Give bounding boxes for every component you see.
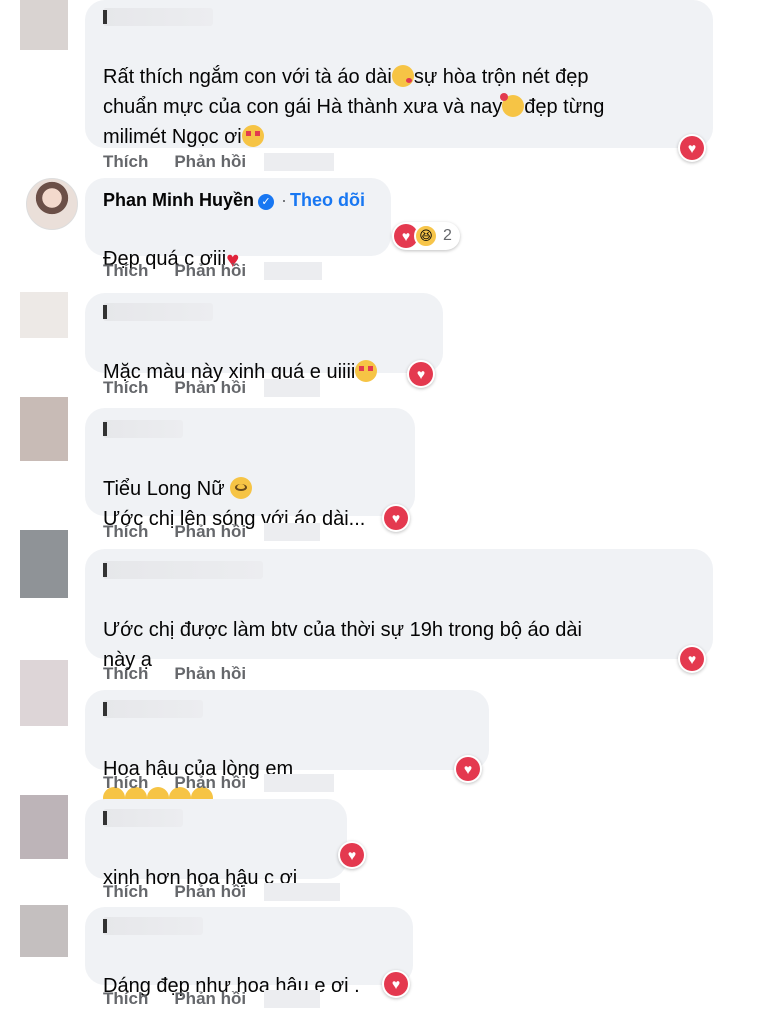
timestamp-redacted[interactable] (264, 379, 321, 397)
reply-button[interactable]: Phản hồi (174, 664, 246, 684)
reaction-summary[interactable]: ♥ (454, 755, 482, 783)
commenter-avatar[interactable] (20, 795, 68, 859)
haha-reaction-icon: 😆 (414, 224, 438, 248)
comment-actions: Thích Phản hồi (103, 664, 246, 684)
timestamp-redacted[interactable] (264, 774, 335, 792)
comment-actions: Thích Phản hồi (103, 152, 335, 172)
comment-bubble: Ước chị được làm btv của thời sự 19h tro… (85, 549, 713, 671)
comment-bubble: Hoa hậu của lòng em (85, 690, 489, 809)
comment-actions: Thích Phản hồi (103, 773, 335, 793)
love-reaction-icon: ♥ (409, 362, 433, 386)
commenter-avatar[interactable] (20, 0, 68, 50)
commenter-avatar[interactable] (20, 397, 68, 461)
reaction-summary[interactable]: ♥ 😆 2 (392, 222, 460, 250)
comment-text: Ước chị được làm btv của thời sự 19h tro… (103, 619, 582, 671)
love-reaction-icon: ♥ (384, 972, 408, 996)
commenter-name-redacted[interactable] (103, 561, 263, 579)
love-reaction-icon: ♥ (384, 506, 408, 530)
commenter-name-redacted[interactable] (103, 917, 203, 935)
like-button[interactable]: Thích (103, 152, 148, 172)
comment-text: Tiểu Long Nữ Ước chị lên sóng với áo dài… (103, 477, 366, 530)
comment-bubble: Rất thích ngắm con với tà áo dài sự hòa t… (85, 0, 713, 148)
reply-button[interactable]: Phản hồi (174, 882, 246, 902)
verified-badge-icon: ✓ (258, 194, 275, 210)
reaction-summary[interactable]: ♥ (382, 504, 410, 532)
reply-button[interactable]: Phản hồi (174, 522, 246, 542)
like-button[interactable]: Thích (103, 261, 148, 281)
commenter-avatar[interactable] (20, 660, 68, 726)
smiling-hearts-emoji-icon (500, 93, 525, 117)
comment-bubble: Mặc màu này xinh quá e uiiii (85, 293, 443, 383)
kissing-emoji-icon (391, 65, 414, 87)
comment-bubble: Tiểu Long Nữ Ước chị lên sóng với áo dài… (85, 408, 415, 530)
commenter-avatar[interactable] (20, 905, 68, 957)
comment-actions: Thích Phản hồi (103, 261, 323, 281)
comment-actions: Thích Phản hồi (103, 989, 321, 1009)
reaction-summary[interactable]: ♥ (407, 360, 435, 388)
reply-button[interactable]: Phản hồi (174, 989, 246, 1009)
comment-text: Rất thích ngắm con với tà áo dài sự hòa t… (103, 65, 605, 148)
commenter-name-redacted[interactable] (103, 420, 183, 438)
timestamp-redacted[interactable] (264, 153, 335, 171)
reaction-summary[interactable]: ♥ (678, 645, 706, 673)
like-button[interactable]: Thích (103, 378, 148, 398)
reply-button[interactable]: Phản hồi (174, 152, 246, 172)
comment-actions: Thích Phản hồi (103, 882, 341, 902)
love-reaction-icon: ♥ (680, 647, 704, 671)
reply-button[interactable]: Phản hồi (174, 773, 246, 793)
comment-bubble: xinh hơn hoa hậu c ơi (85, 799, 347, 889)
love-reaction-icon: ♥ (456, 757, 480, 781)
like-button[interactable]: Thích (103, 522, 148, 542)
reaction-summary[interactable]: ♥ (678, 134, 706, 162)
timestamp-redacted[interactable] (264, 262, 323, 280)
comment-actions: Thích Phản hồi (103, 522, 321, 542)
heart-eyes-emoji-icon (355, 360, 378, 382)
commenter-name-redacted[interactable] (103, 809, 183, 827)
reply-button[interactable]: Phản hồi (174, 261, 246, 281)
follow-button[interactable]: Theo dõi (290, 190, 365, 211)
commenter-name-redacted[interactable] (103, 700, 203, 718)
commenter-name-redacted[interactable] (103, 303, 213, 321)
timestamp-redacted[interactable] (264, 990, 321, 1008)
timestamp-redacted[interactable] (264, 883, 341, 901)
comment-actions: Thích Phản hồi (103, 378, 321, 398)
commenter-name-redacted[interactable] (103, 8, 213, 26)
like-button[interactable]: Thích (103, 773, 148, 793)
like-button[interactable]: Thích (103, 882, 148, 902)
reply-button[interactable]: Phản hồi (174, 378, 246, 398)
love-reaction-icon: ♥ (680, 136, 704, 160)
commenter-avatar[interactable] (20, 292, 68, 338)
reaction-summary[interactable]: ♥ (338, 841, 366, 869)
commenter-avatar[interactable] (26, 178, 78, 230)
comment-bubble: Dáng đẹp như hoa hậu e ơi . (85, 907, 413, 997)
heart-eyes-emoji-icon (241, 125, 264, 147)
commenter-name[interactable]: Phan Minh Huyền (103, 189, 254, 211)
timestamp-redacted[interactable] (264, 523, 321, 541)
comment-bubble: Phan Minh Huyền ✓ · Theo dõi Đẹp quá c ơiii… (85, 178, 391, 272)
love-reaction-icon: ♥ (340, 843, 364, 867)
like-button[interactable]: Thích (103, 989, 148, 1009)
like-button[interactable]: Thích (103, 664, 148, 684)
reaction-count: 2 (443, 227, 452, 244)
pleading-face-emoji-icon (230, 477, 253, 499)
commenter-avatar[interactable] (20, 530, 68, 598)
reaction-summary[interactable]: ♥ (382, 970, 410, 998)
